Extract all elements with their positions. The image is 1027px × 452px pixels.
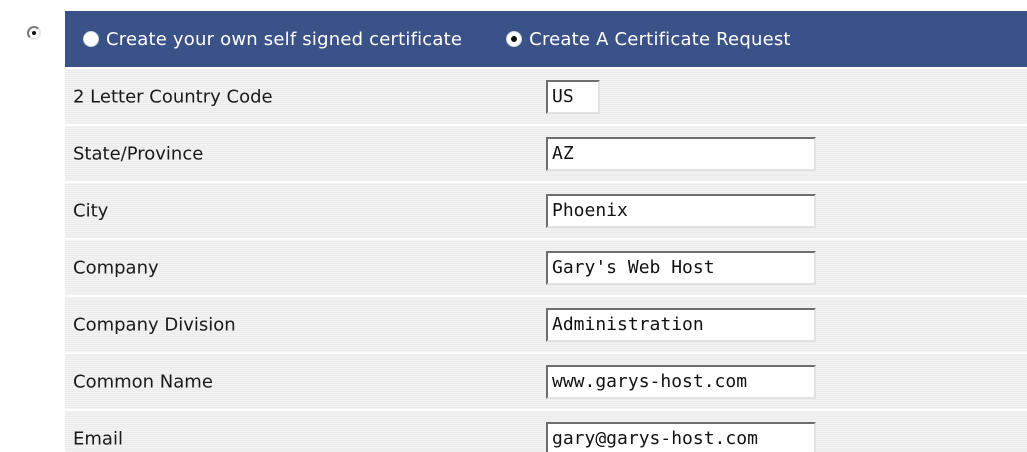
company-division-row: Company Division — [65, 297, 1027, 352]
company-division-input[interactable] — [546, 307, 816, 342]
email-label: Email — [73, 428, 123, 449]
country-code-label: 2 Letter Country Code — [73, 86, 273, 107]
self-signed-label: Create your own self signed certificate — [106, 28, 463, 50]
state-province-label: State/Province — [73, 143, 204, 164]
certificate-request-label: Create A Certificate Request — [529, 28, 791, 50]
company-input[interactable] — [546, 250, 816, 285]
city-input[interactable] — [546, 193, 816, 228]
country-code-input[interactable] — [546, 79, 600, 114]
email-row: Email — [65, 411, 1027, 452]
certificate-form: Create your own self signed certificate … — [65, 11, 1027, 452]
common-name-label: Common Name — [73, 371, 213, 392]
certificate-mode-header: Create your own self signed certificate … — [65, 11, 1027, 67]
state-province-input[interactable] — [546, 136, 816, 171]
self-signed-radio[interactable] — [83, 31, 99, 47]
common-name-input[interactable] — [546, 364, 816, 399]
common-name-row: Common Name — [65, 354, 1027, 409]
certificate-request-radio[interactable] — [506, 31, 523, 47]
self-signed-option[interactable]: Create your own self signed certificate — [83, 29, 462, 50]
country-code-row: 2 Letter Country Code — [65, 69, 1027, 124]
city-label: City — [73, 200, 109, 221]
certificate-request-option[interactable]: Create A Certificate Request — [506, 29, 791, 50]
state-province-row: State/Province — [65, 126, 1027, 181]
email-input[interactable] — [546, 421, 816, 452]
company-division-label: Company Division — [73, 314, 236, 335]
city-row: City — [65, 183, 1027, 238]
company-row: Company — [65, 240, 1027, 295]
company-label: Company — [73, 257, 159, 278]
section-radio-button[interactable] — [27, 26, 41, 40]
certificate-form-page: Create your own self signed certificate … — [0, 0, 1027, 452]
